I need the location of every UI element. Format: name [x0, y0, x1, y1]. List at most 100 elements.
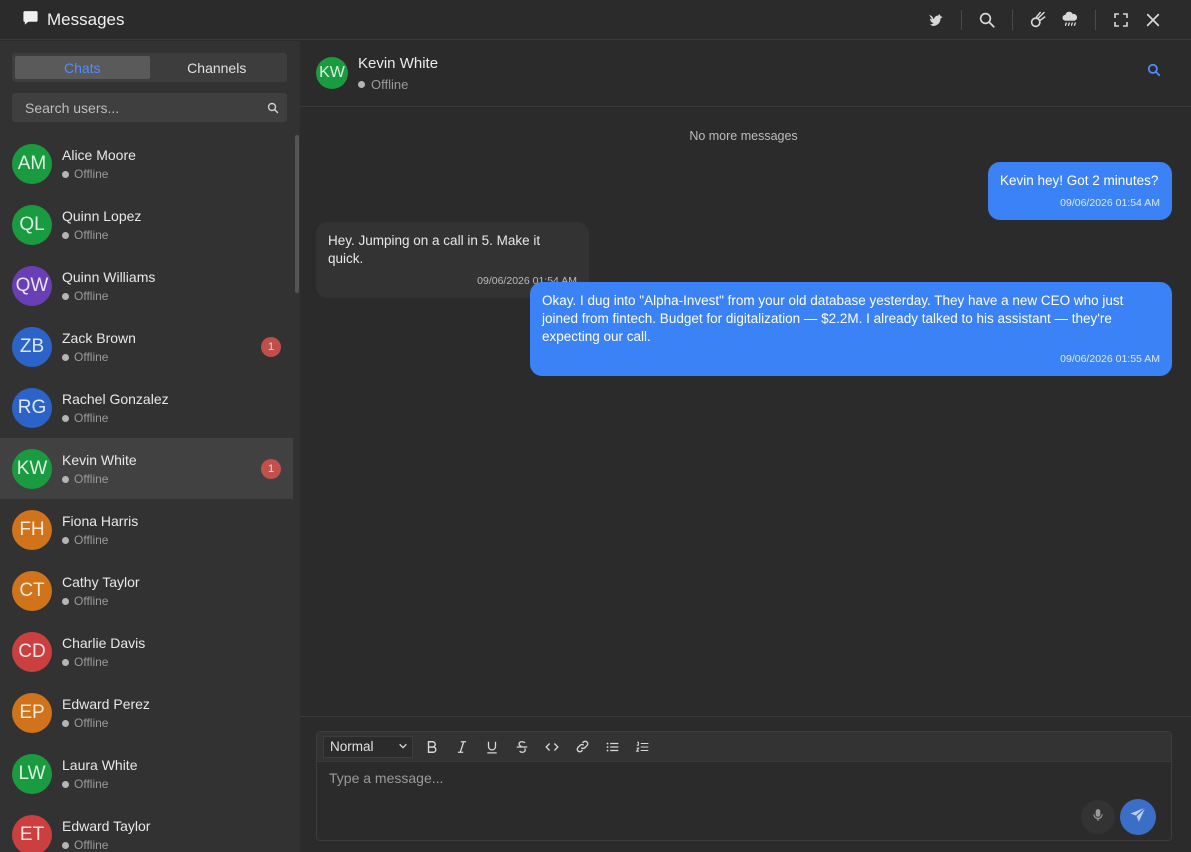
bullet-list-icon[interactable] [597, 736, 627, 758]
user-list-item[interactable]: CD Charlie Davis Offline [0, 621, 293, 682]
divider [961, 10, 962, 30]
user-list-item[interactable]: ET Edward Taylor Offline [0, 804, 293, 852]
message-bubble-outgoing: Kevin hey! Got 2 minutes? 09/06/2026 01:… [988, 162, 1172, 220]
user-list-item[interactable]: QL Quinn Lopez Offline [0, 194, 293, 255]
user-list-item[interactable]: KW Kevin White Offline 1 [0, 438, 293, 499]
avatar: LW [12, 753, 52, 794]
status-dot [62, 231, 69, 239]
message-text: Kevin hey! Got 2 minutes? [1000, 173, 1159, 188]
user-status: Offline [62, 838, 150, 852]
bird-icon[interactable] [920, 4, 952, 36]
messages-window: Messages Chats Channels Search users... … [0, 0, 1191, 852]
chat-panel: KW Kevin White Offline No more messages … [300, 41, 1191, 852]
unread-badge: 1 [261, 336, 281, 357]
no-more-messages: No more messages [689, 129, 798, 143]
search-icon[interactable] [971, 4, 1003, 36]
user-list-item[interactable]: CT Cathy Taylor Offline [0, 560, 293, 621]
chat-header: KW Kevin White Offline [300, 41, 1191, 107]
contact-status: Offline [358, 77, 408, 92]
message-input[interactable]: Type a message... [329, 770, 1069, 786]
message-text: Okay. I dug into "Alpha-Invest" from you… [542, 293, 1124, 344]
close-icon[interactable] [1137, 4, 1169, 36]
user-status: Offline [62, 655, 145, 669]
code-icon[interactable] [537, 736, 567, 758]
user-status-label: Offline [74, 228, 109, 242]
avatar: QW [12, 265, 52, 306]
search-users-input[interactable] [12, 93, 259, 122]
user-list-item[interactable]: ZB Zack Brown Offline 1 [0, 316, 293, 377]
formatting-toolbar: Normal [317, 732, 1171, 762]
avatar: FH [12, 509, 52, 550]
italic-icon[interactable] [447, 736, 477, 758]
avatar: CD [12, 631, 52, 672]
user-status: Offline [62, 594, 140, 608]
contact-name: Kevin White [358, 55, 439, 72]
user-status-label: Offline [74, 533, 109, 547]
user-name: Cathy Taylor [62, 574, 140, 590]
user-list-item[interactable]: RG Rachel Gonzalez Offline [0, 377, 293, 438]
text-format-value: Normal [330, 739, 374, 754]
user-list-item[interactable]: QW Quinn Williams Offline [0, 255, 293, 316]
status-dot [358, 81, 365, 88]
fullscreen-icon[interactable] [1105, 4, 1137, 36]
bold-icon[interactable] [417, 736, 447, 758]
user-status-label: Offline [74, 594, 109, 608]
user-info: Fiona Harris Offline [62, 512, 138, 547]
user-info: Charlie Davis Offline [62, 634, 145, 669]
user-status: Offline [62, 289, 155, 303]
numbered-list-icon[interactable] [627, 736, 657, 758]
user-info: Edward Taylor Offline [62, 817, 150, 852]
app-title: Messages [22, 9, 124, 31]
search-messages-icon[interactable] [1147, 63, 1161, 82]
status-dot [62, 170, 69, 178]
user-status-label: Offline [74, 350, 109, 364]
user-name: Fiona Harris [62, 513, 139, 529]
user-list-scrollbar[interactable] [295, 135, 299, 293]
user-list-item[interactable]: EP Edward Perez Offline [0, 682, 293, 743]
contact-avatar[interactable]: KW [316, 57, 348, 89]
status-dot [62, 658, 69, 666]
user-status-label: Offline [74, 655, 109, 669]
user-list-item[interactable]: FH Fiona Harris Offline [0, 499, 293, 560]
microphone-button[interactable] [1081, 800, 1115, 834]
avatar: EP [12, 692, 52, 733]
status-dot [62, 841, 69, 849]
user-status: Offline [62, 533, 138, 547]
message-time: 09/06/2026 01:54 AM [1060, 197, 1160, 209]
microphone-icon [1091, 807, 1105, 828]
status-dot [62, 292, 69, 300]
cloud-rain-icon[interactable] [1054, 4, 1086, 36]
chevron-down-icon [398, 739, 408, 754]
strikethrough-icon[interactable] [507, 736, 537, 758]
unread-badge: 1 [261, 458, 281, 479]
send-button[interactable] [1120, 799, 1156, 835]
user-list: AM Alice Moore Offline QL Quinn Lopez Offline… [0, 133, 293, 852]
text-format-select[interactable]: Normal [323, 735, 413, 758]
status-dot [62, 536, 69, 544]
user-name: Quinn Williams [62, 269, 156, 285]
user-info: Quinn Williams Offline [62, 268, 155, 303]
status-dot [62, 475, 69, 483]
user-list-item[interactable]: AM Alice Moore Offline [0, 133, 293, 194]
window-title: Messages [47, 9, 125, 29]
user-info: Quinn Lopez Offline [62, 207, 141, 242]
user-status: Offline [62, 167, 136, 181]
user-status-label: Offline [74, 472, 109, 486]
tab-channels[interactable]: Channels [150, 56, 285, 79]
status-dot [62, 597, 69, 605]
tab-bar: Chats Channels [12, 53, 287, 82]
avatar: ZB [12, 326, 52, 367]
status-dot [62, 719, 69, 727]
tab-chats[interactable]: Chats [15, 56, 150, 79]
message-time: 09/06/2026 01:55 AM [1060, 353, 1160, 365]
avatar: ET [12, 814, 52, 852]
link-icon[interactable] [567, 736, 597, 758]
user-info: Kevin White Offline [62, 451, 137, 486]
user-status: Offline [62, 228, 141, 242]
meteor-icon[interactable] [1022, 4, 1054, 36]
search-icon[interactable] [259, 102, 287, 114]
message-text: Hey. Jumping on a call in 5. Make it qui… [328, 233, 541, 266]
user-status-label: Offline [74, 777, 109, 791]
user-list-item[interactable]: LW Laura White Offline [0, 743, 293, 804]
underline-icon[interactable] [477, 736, 507, 758]
